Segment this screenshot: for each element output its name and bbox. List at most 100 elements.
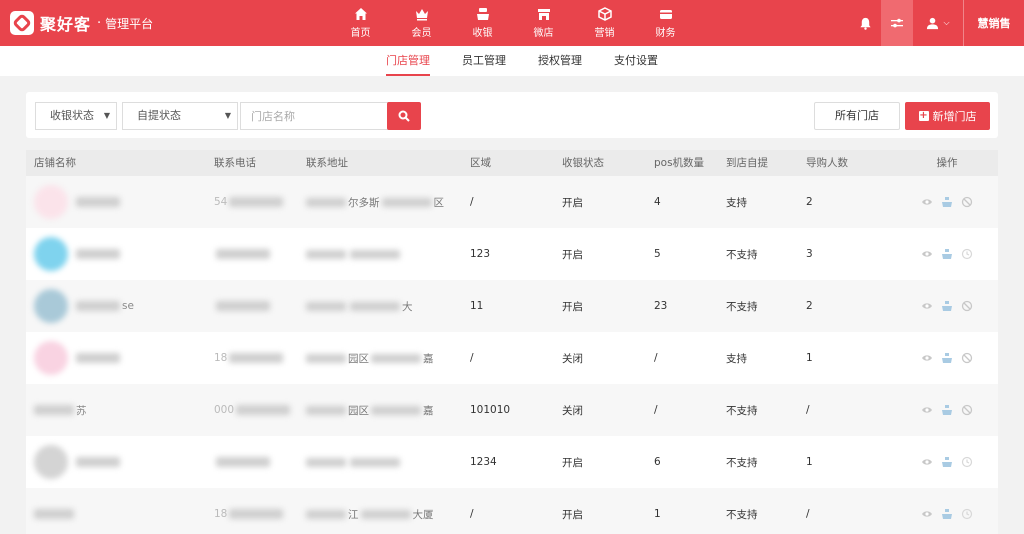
- tab-staff-management[interactable]: 员工管理: [446, 46, 522, 76]
- pickup-status-select[interactable]: 自提状态 ▼: [122, 102, 238, 130]
- table-row: 123 开启 5 不支持 3: [26, 228, 998, 280]
- cashier-icon[interactable]: [940, 351, 954, 365]
- search-icon: [398, 110, 410, 122]
- view-icon[interactable]: [920, 351, 934, 365]
- cashier-status-select[interactable]: 收银状态 ▼: [35, 102, 117, 130]
- cell-phone: [206, 280, 298, 332]
- store-avatar: [34, 289, 68, 323]
- redacted-text: [350, 301, 400, 311]
- filter-bar: 收银状态 ▼ 自提状态 ▼ 所有门店 + 新增门店: [26, 92, 998, 138]
- clock-icon[interactable]: [960, 247, 974, 261]
- cell-region: /: [470, 508, 474, 520]
- pickup-status-value: 自提状态: [137, 109, 181, 122]
- cell-region: 1234: [470, 456, 497, 468]
- redacted-text: [350, 457, 400, 467]
- top-bar: 聚好客 · 管理平台 首页 会员 收银 微店 营销 财务 ⌵ 慧销售: [0, 0, 1024, 46]
- cell-store-name: [26, 332, 206, 384]
- nav-cashier[interactable]: 收银: [452, 0, 513, 46]
- tab-authorization-management[interactable]: 授权管理: [522, 46, 598, 76]
- table-row: 18 园区 嘉 / 关闭 / 支持 1: [26, 332, 998, 384]
- brand[interactable]: 聚好客 · 管理平台: [10, 10, 153, 36]
- brand-name: 聚好客: [40, 15, 92, 34]
- nav-home[interactable]: 首页: [330, 0, 391, 46]
- cell-cashier-status: 关闭: [562, 404, 583, 417]
- tab-payment-settings[interactable]: 支付设置: [598, 46, 674, 76]
- table-row: 54 尔多斯 区 / 开启 4 支持 2: [26, 176, 998, 228]
- cell-pickup: 不支持: [726, 456, 758, 469]
- cell-cashier-status: 开启: [562, 508, 583, 521]
- redacted-text: [229, 353, 284, 363]
- user-menu-button[interactable]: ⌵: [913, 0, 963, 46]
- address-fragment-2: 大: [402, 300, 413, 313]
- cell-address: 园区 嘉: [298, 384, 462, 436]
- disable-icon[interactable]: [960, 299, 974, 313]
- cell-store-name: [26, 176, 206, 228]
- view-icon[interactable]: [920, 403, 934, 417]
- address-fragment-2: 嘉: [423, 404, 434, 417]
- platform-name: 管理平台: [105, 16, 154, 31]
- store-name-input[interactable]: [240, 102, 408, 130]
- store-name-fragment: se: [122, 300, 134, 312]
- cashier-icon[interactable]: [940, 403, 954, 417]
- all-stores-button[interactable]: 所有门店: [814, 102, 900, 130]
- search-button[interactable]: [387, 102, 421, 130]
- cashier-icon[interactable]: [940, 195, 954, 209]
- cashier-icon[interactable]: [940, 455, 954, 469]
- cell-store-name: 苏: [26, 384, 206, 436]
- tab-store-management[interactable]: 门店管理: [370, 46, 446, 76]
- nav-marketing[interactable]: 营销: [574, 0, 635, 46]
- account-name[interactable]: 慧销售: [964, 0, 1024, 46]
- cell-pos-count: 5: [654, 248, 661, 260]
- view-icon[interactable]: [920, 247, 934, 261]
- brand-separator: ·: [97, 15, 102, 31]
- view-icon[interactable]: [920, 507, 934, 521]
- disable-icon[interactable]: [960, 195, 974, 209]
- view-icon[interactable]: [920, 455, 934, 469]
- table-body: 54 尔多斯区 / 开启 4 支持 2 123 开启 5 不支持 3 se 大 11 开启 23 不支持 2 18 园区…: [26, 176, 998, 534]
- home-icon: [354, 8, 367, 20]
- cell-phone: [206, 228, 298, 280]
- table-row: se 大 11 开启 23 不支持 2: [26, 280, 998, 332]
- redacted-text: [216, 301, 270, 311]
- notification-button[interactable]: [849, 0, 881, 46]
- table-row: 苏 000 园区 嘉 101010 关闭 / 不支持 /: [26, 384, 998, 436]
- col-address: 联系地址: [306, 157, 348, 169]
- add-store-label: 新增门店: [932, 110, 977, 123]
- settings-button[interactable]: [881, 0, 913, 46]
- cell-address: 尔多斯 区: [298, 176, 462, 228]
- cashier-icon[interactable]: [940, 507, 954, 521]
- col-store-name: 店铺名称: [34, 157, 76, 169]
- view-icon[interactable]: [920, 195, 934, 209]
- nav-member[interactable]: 会员: [391, 0, 452, 46]
- clock-icon[interactable]: [960, 507, 974, 521]
- redacted-text: [216, 457, 270, 467]
- cell-actions: [896, 280, 998, 332]
- nav-finance[interactable]: 财务: [635, 0, 696, 46]
- disable-icon[interactable]: [960, 351, 974, 365]
- cell-cashier-status: 开启: [562, 248, 583, 261]
- nav-shop[interactable]: 微店: [513, 0, 574, 46]
- view-icon[interactable]: [920, 299, 934, 313]
- redacted-text: [371, 353, 421, 363]
- cell-guides: 3: [806, 248, 813, 260]
- cashier-icon[interactable]: [940, 299, 954, 313]
- col-pos-count: pos机数量: [654, 157, 705, 169]
- redacted-text: [76, 197, 120, 207]
- col-phone: 联系电话: [214, 157, 256, 169]
- cell-pickup: 不支持: [726, 248, 758, 261]
- address-fragment: 园区: [348, 404, 369, 417]
- phone-fragment-a: 54: [214, 196, 228, 208]
- redacted-text: [306, 249, 346, 259]
- store-avatar: [34, 445, 68, 479]
- clock-icon[interactable]: [960, 455, 974, 469]
- cell-store-name: [26, 228, 206, 280]
- redacted-text: [306, 509, 346, 519]
- cell-pickup: 支持: [726, 196, 747, 209]
- redacted-text: [236, 405, 291, 415]
- add-store-button[interactable]: + 新增门店: [905, 102, 990, 130]
- nav-marketing-label: 营销: [594, 28, 615, 39]
- disable-icon[interactable]: [960, 403, 974, 417]
- redacted-text: [350, 249, 400, 259]
- col-cashier-status: 收银状态: [562, 157, 604, 169]
- cashier-icon[interactable]: [940, 247, 954, 261]
